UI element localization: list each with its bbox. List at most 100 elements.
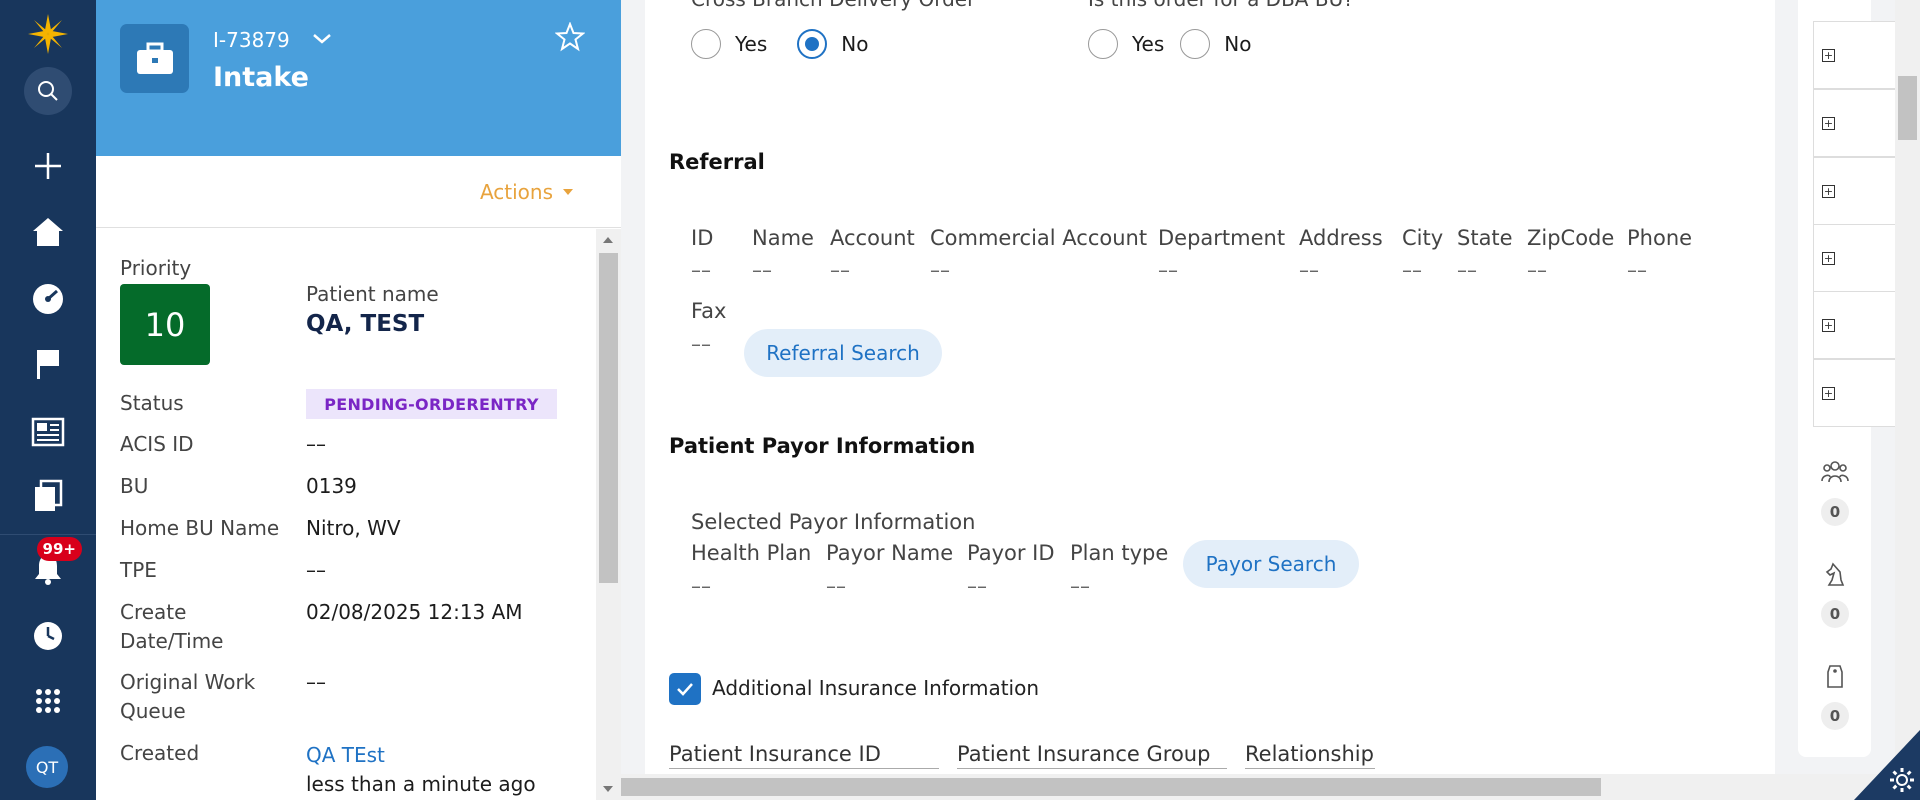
expand-plus-icon: + (1822, 319, 1835, 332)
page-scrollbar-thumb[interactable] (1898, 76, 1917, 140)
additional-insurance-label: Additional Insurance Information (712, 676, 1040, 700)
utility-expand-3[interactable]: + (1813, 157, 1901, 225)
scroll-down-arrow-icon[interactable] (603, 786, 613, 792)
cross-branch-yes-radio[interactable] (691, 29, 721, 59)
app-logo-icon[interactable] (24, 10, 72, 58)
tasks-count: 0 (1821, 600, 1849, 628)
home-bu-value: Nitro, WV (306, 516, 401, 540)
referral-val-zipcode: –– (1527, 258, 1547, 282)
referral-val-fax: –– (691, 332, 711, 356)
utility-panel: + + + + + + 0 0 0 (1798, 0, 1901, 757)
additional-insurance-checkbox[interactable] (669, 673, 701, 705)
referral-val-state: –– (1457, 258, 1477, 282)
create-date-label-line2: Date/Time (120, 629, 224, 653)
news-feed-icon[interactable] (24, 408, 72, 456)
referral-col-zipcode: ZipCode (1527, 226, 1615, 250)
patient-name-label: Patient name (306, 282, 439, 306)
original-work-queue-label-line2: Queue (120, 699, 186, 723)
dba-bu-no-option[interactable]: No (1180, 29, 1252, 59)
utility-expand-5[interactable]: + (1813, 291, 1901, 359)
caret-down-icon (563, 189, 573, 195)
referral-col-city: City (1402, 226, 1444, 250)
dba-bu-yes-option[interactable]: Yes (1088, 29, 1164, 59)
chess-knight-icon (1825, 562, 1845, 586)
details-scrollbar[interactable] (596, 229, 621, 800)
cross-branch-no-option[interactable]: No (797, 29, 869, 59)
search-icon[interactable] (24, 67, 72, 115)
create-date-label-line1: Create (120, 600, 187, 624)
patient-insurance-group-label: Patient Insurance Group (957, 742, 1227, 769)
utility-expand-2[interactable]: + (1813, 89, 1901, 157)
cross-branch-radio-group: Yes No (691, 29, 883, 59)
horizontal-scrollbar[interactable] (621, 774, 1920, 800)
tag-icon (1827, 665, 1843, 688)
referral-val-name: –– (752, 258, 772, 282)
briefcase-icon (120, 24, 189, 93)
dba-bu-question: Is this order for a DBA BU? (1088, 0, 1354, 11)
tpe-value: –– (306, 558, 326, 582)
recent-history-icon[interactable] (24, 612, 72, 660)
expand-plus-icon: + (1822, 117, 1835, 130)
original-work-queue-label-line1: Original Work (120, 670, 256, 694)
scrollbar-thumb[interactable] (599, 253, 618, 583)
tasks-stat[interactable]: 0 (1820, 560, 1850, 628)
case-id: I-73879 (213, 28, 290, 52)
flag-icon[interactable] (24, 340, 72, 388)
horizontal-scrollbar-thumb[interactable] (621, 778, 1601, 796)
user-avatar[interactable]: QT (26, 746, 68, 788)
case-summary-panel: I-73879 Intake Actions Priority 10 Patie… (96, 0, 621, 800)
dba-bu-yes-label: Yes (1132, 32, 1165, 56)
referral-val-city: –– (1402, 258, 1422, 282)
create-date-value: 02/08/2025 12:13 AM (306, 600, 523, 624)
dashboard-gauge-icon[interactable] (24, 275, 72, 323)
favorite-star-icon[interactable] (554, 21, 586, 56)
referral-col-state: State (1457, 226, 1513, 250)
create-plus-icon[interactable] (24, 142, 72, 190)
utility-expand-4[interactable]: + (1813, 224, 1901, 292)
payor-col-health-plan: Health Plan (691, 541, 812, 565)
left-nav-rail: 99+ QT (0, 0, 96, 800)
dba-bu-yes-radio[interactable] (1088, 29, 1118, 59)
scroll-up-arrow-icon[interactable] (603, 237, 613, 243)
home-icon[interactable] (24, 208, 72, 256)
cross-branch-no-radio[interactable] (797, 29, 828, 59)
referral-col-account: Account (830, 226, 915, 250)
followers-count: 0 (1821, 498, 1849, 526)
followers-group-icon (1821, 461, 1849, 483)
cross-branch-yes-option[interactable]: Yes (691, 29, 767, 59)
app-launcher-grid-icon[interactable] (24, 677, 72, 725)
actions-label: Actions (479, 180, 553, 204)
payor-val-health-plan: –– (691, 574, 711, 598)
dba-bu-no-radio[interactable] (1180, 29, 1211, 59)
case-details: Priority 10 Patient name QA, TEST Status… (96, 229, 596, 800)
created-label: Created (120, 741, 200, 765)
utility-expand-6[interactable]: + (1813, 359, 1901, 427)
referral-col-commercial-account: Commercial Account (930, 226, 1148, 250)
utility-expand-1[interactable]: + (1813, 21, 1901, 89)
notification-count-badge: 99+ (36, 537, 82, 561)
payor-col-payor-id: Payor ID (967, 541, 1055, 565)
tags-stat[interactable]: 0 (1820, 662, 1850, 730)
created-by-link[interactable]: QA TEst (306, 741, 385, 770)
page-scrollbar[interactable] (1895, 0, 1920, 774)
documents-icon[interactable] (24, 472, 72, 520)
referral-col-phone: Phone (1627, 226, 1693, 250)
referral-search-button[interactable]: Referral Search (744, 329, 942, 377)
followers-stat[interactable]: 0 (1820, 458, 1850, 526)
actions-menu-button[interactable]: Actions (480, 180, 573, 204)
payor-val-plan-type: –– (1070, 574, 1090, 598)
chevron-down-icon[interactable] (310, 26, 334, 54)
referral-val-account: –– (830, 258, 850, 282)
acis-id-label: ACIS ID (120, 432, 194, 456)
notifications-bell-icon[interactable]: 99+ (24, 537, 82, 593)
acis-id-value: –– (306, 432, 326, 456)
dba-bu-radio-group: Yes No (1088, 29, 1266, 59)
payor-search-button[interactable]: Payor Search (1183, 540, 1359, 588)
status-label: Status (120, 391, 184, 415)
payor-subtitle: Selected Payor Information (691, 510, 976, 534)
relationship-label: Relationship (1245, 742, 1375, 769)
payor-section-title: Patient Payor Information (669, 434, 976, 458)
case-title: Intake (213, 62, 309, 93)
cross-branch-yes-label: Yes (735, 32, 768, 56)
gear-icon[interactable] (1888, 766, 1916, 798)
